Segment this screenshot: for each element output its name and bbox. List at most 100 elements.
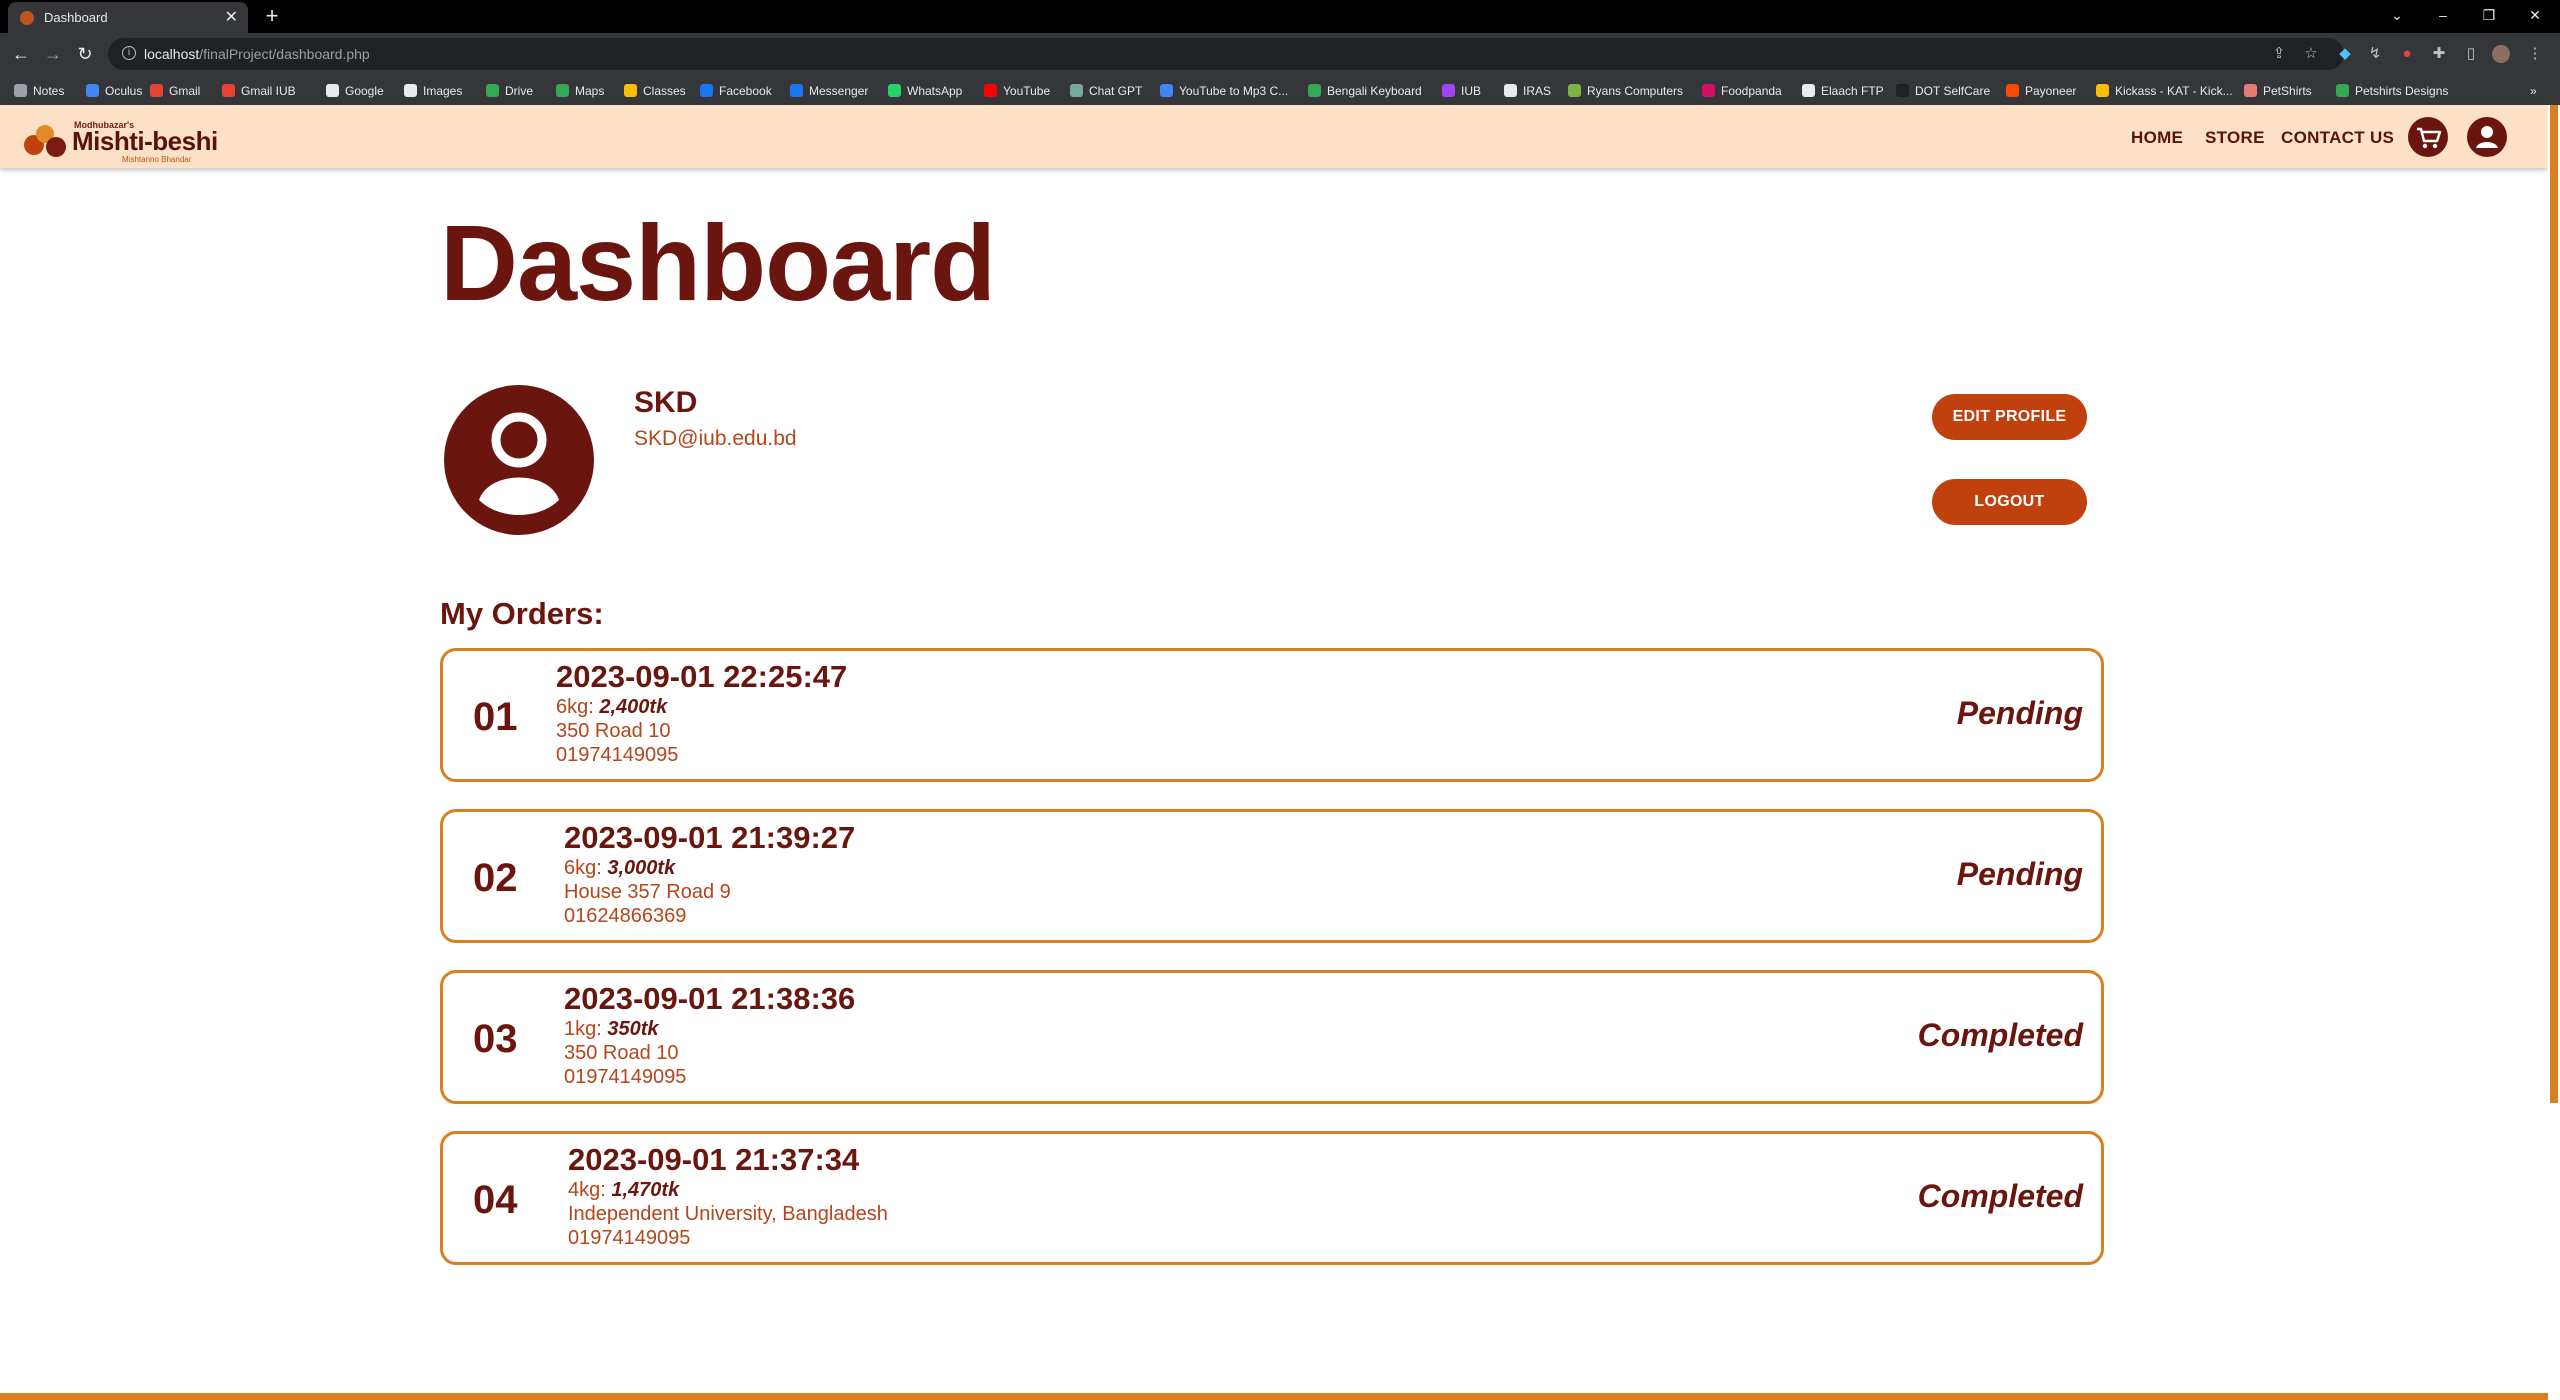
order-status: Completed (1917, 1178, 2083, 1214)
bookmark-item[interactable]: Classes (624, 82, 686, 100)
logo-tagline: Mishtanno Bhandar (122, 155, 192, 164)
order-card[interactable]: 02 2023-09-01 21:39:27 6kg: 3,000tk Hous… (440, 809, 2104, 943)
site-info-icon[interactable]: i (122, 46, 136, 60)
bookmark-item[interactable]: Foodpanda (1702, 82, 1782, 100)
restore-window-button[interactable]: ❐ (2466, 0, 2512, 33)
order-phone: 01974149095 (564, 1066, 687, 1088)
bookmarks-bar: Notes Oculus Gmail Gmail IUB Google Images Dri… (0, 75, 2560, 106)
site-logo[interactable]: Modhubazar's Mishti-beshi Mishtanno Bhan… (22, 115, 232, 164)
side-panel-icon[interactable]: ▯ (2462, 45, 2480, 63)
logout-button[interactable]: LOGOUT (1932, 479, 2087, 525)
sweets-logo-icon (22, 125, 70, 159)
nav-store-link[interactable]: STORE (2205, 128, 2265, 148)
user-name: SKD (634, 386, 698, 419)
bookmark-item[interactable]: Kickass - KAT - Kick... (2096, 82, 2233, 100)
bookmark-label: Ryans Computers (1587, 84, 1684, 98)
user-email: SKD@iub.edu.bd (634, 427, 797, 450)
extension-diamond-icon[interactable]: ◆ (2336, 45, 2354, 63)
order-price: 350tk (607, 1018, 659, 1040)
bookmark-item[interactable]: Elaach FTP (1802, 82, 1884, 100)
bookmark-item[interactable]: Drive (486, 82, 533, 100)
footer-accent-bar (0, 1393, 2548, 1400)
bookmark-item[interactable]: IUB (1442, 82, 1481, 100)
user-icon (2476, 126, 2498, 148)
new-tab-button[interactable]: + (258, 2, 286, 30)
order-card[interactable]: 03 2023-09-01 21:38:36 1kg: 350tk 350 Ro… (440, 970, 2104, 1104)
bookmark-favicon-icon (86, 84, 99, 97)
edit-profile-button[interactable]: EDIT PROFILE (1932, 394, 2087, 440)
order-qty: 6kg: (556, 696, 594, 718)
account-button[interactable] (2467, 117, 2507, 157)
order-info: 2023-09-01 21:38:36 1kg: 350tk 350 Road … (564, 981, 855, 1089)
bookmark-favicon-icon (150, 84, 163, 97)
bookmark-item[interactable]: Maps (556, 82, 604, 100)
bookmark-favicon-icon (1568, 84, 1581, 97)
close-tab-icon[interactable]: ✕ (225, 7, 238, 27)
browser-menu-icon[interactable]: ⋮ (2526, 45, 2544, 63)
browser-toolbar: ← → ↻ i localhost/finalProject/dashboard… (0, 33, 2560, 75)
bookmark-label: Messenger (809, 84, 869, 98)
bookmarks-overflow-chevron-icon[interactable]: » (2530, 82, 2537, 100)
order-card[interactable]: 04 2023-09-01 21:37:34 4kg: 1,470tk Inde… (440, 1131, 2104, 1265)
reload-icon[interactable]: ↻ (72, 41, 98, 67)
order-date: 2023-09-01 21:39:27 (564, 820, 856, 855)
bookmark-item[interactable]: Messenger (790, 82, 868, 100)
page-scrollbar-thumb[interactable] (2550, 105, 2558, 1103)
bookmark-item[interactable]: YouTube (984, 82, 1050, 100)
nav-contact-link[interactable]: CONTACT US (2281, 128, 2394, 148)
bookmark-favicon-icon (486, 84, 499, 97)
bookmark-label: Gmail (169, 84, 201, 98)
profile-avatar-icon[interactable] (2492, 45, 2510, 63)
bookmark-favicon-icon (624, 84, 637, 97)
order-number: 02 (473, 856, 518, 900)
bookmark-label: YouTube (1003, 84, 1051, 98)
order-qty: 6kg: (564, 857, 602, 879)
minimize-window-button[interactable]: – (2420, 0, 2466, 33)
bookmark-item[interactable]: DOT SelfCare (1896, 82, 1990, 100)
bookmark-item[interactable]: Facebook (700, 82, 772, 100)
extensions-puzzle-icon[interactable]: ✚ (2430, 45, 2448, 63)
browser-tab-dashboard[interactable]: Dashboard ✕ (8, 2, 248, 33)
bookmark-item[interactable]: Oculus (86, 82, 142, 100)
bookmark-item[interactable]: YouTube to Mp3 C... (1160, 82, 1288, 100)
bookmark-favicon-icon (556, 84, 569, 97)
order-qty: 1kg: (564, 1018, 602, 1040)
bookmark-item[interactable]: Bengali Keyboard (1308, 82, 1422, 100)
bookmark-item[interactable]: Google (326, 82, 384, 100)
order-phone: 01974149095 (568, 1227, 691, 1249)
nav-home-link[interactable]: HOME (2131, 128, 2183, 148)
cart-button[interactable] (2408, 117, 2448, 157)
bookmark-item[interactable]: Notes (14, 82, 64, 100)
tab-search-chevron-icon[interactable]: ⌄ (2374, 0, 2420, 33)
bookmark-item[interactable]: WhatsApp (888, 82, 962, 100)
back-arrow-icon[interactable]: ← (8, 41, 34, 67)
bookmark-favicon-icon (1702, 84, 1715, 97)
share-icon[interactable]: ⇪ (2270, 45, 2288, 63)
bookmark-item[interactable]: Payoneer (2006, 82, 2076, 100)
bookmark-item[interactable]: Images (404, 82, 462, 100)
bookmark-item[interactable]: Gmail (150, 82, 200, 100)
bookmark-label: Maps (575, 84, 605, 98)
order-card[interactable]: 01 2023-09-01 22:25:47 6kg: 2,400tk 350 … (440, 648, 2104, 782)
order-phone: 01974149095 (556, 744, 679, 766)
bookmark-item[interactable]: IRAS (1504, 82, 1551, 100)
extension-red-icon[interactable]: ● (2398, 45, 2416, 63)
extension-bolt-icon[interactable]: ↯ (2366, 45, 2384, 63)
bookmark-item[interactable]: Petshirts Designs (2336, 82, 2448, 100)
order-info: 2023-09-01 22:25:47 6kg: 2,400tk 350 Roa… (556, 659, 847, 767)
order-qty-price: 6kg: 3,000tk (564, 856, 855, 880)
bookmark-label: Payoneer (2025, 84, 2077, 98)
order-date: 2023-09-01 21:38:36 (564, 981, 856, 1016)
forward-arrow-icon[interactable]: → (40, 41, 66, 67)
bookmark-item[interactable]: Gmail IUB (222, 82, 296, 100)
bookmark-star-icon[interactable]: ☆ (2302, 45, 2320, 63)
bookmark-item[interactable]: Chat GPT (1070, 82, 1142, 100)
address-bar[interactable]: i localhost/finalProject/dashboard.php ⇪… (108, 38, 2344, 70)
order-qty: 4kg: (568, 1179, 606, 1201)
bookmark-item[interactable]: PetShirts (2244, 82, 2312, 100)
bookmark-favicon-icon (790, 84, 803, 97)
order-qty-price: 4kg: 1,470tk (568, 1178, 888, 1202)
order-status: Completed (1917, 1017, 2083, 1053)
bookmark-item[interactable]: Ryans Computers (1568, 82, 1683, 100)
close-window-button[interactable]: ✕ (2512, 0, 2558, 33)
